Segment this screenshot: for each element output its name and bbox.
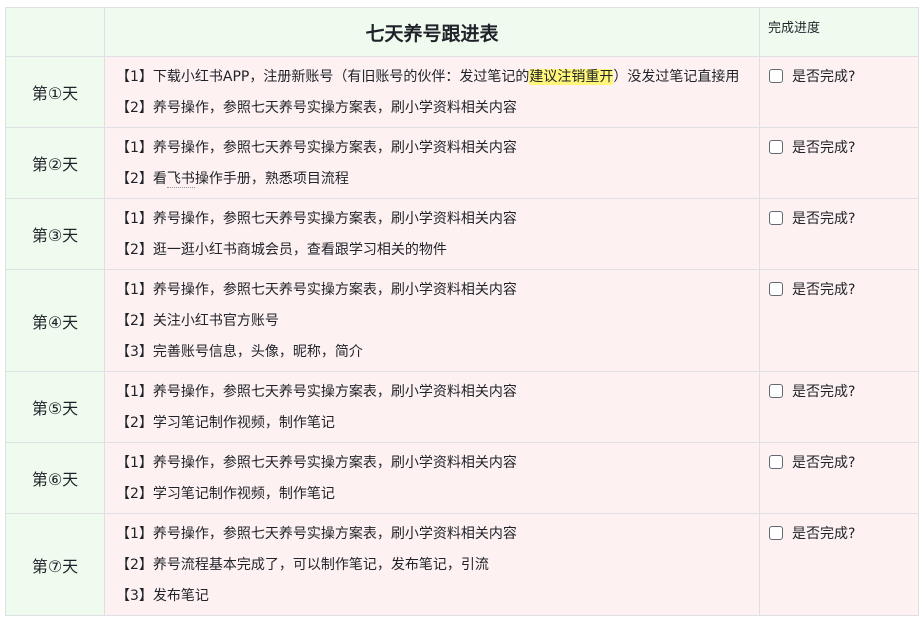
table-title: 七天养号跟进表 [104,7,760,57]
table-row: 第③天 【1】养号操作，参照七天养号实操方案表，刷小学资料相关内容 【2】逛一逛… [5,198,919,270]
highlighted-text: 建议注销重开 [529,69,614,85]
completion-label: 是否完成? [792,211,856,227]
completion-label: 是否完成? [792,282,856,298]
table-row: 第⑥天 【1】养号操作，参照七天养号实操方案表，刷小学资料相关内容 【2】学习笔… [5,442,919,514]
completion-label: 是否完成? [792,526,856,542]
completion-checkbox[interactable] [769,526,783,540]
task-item: 【1】养号操作，参照七天养号实操方案表，刷小学资料相关内容 [116,384,517,400]
task-list: 【1】养号操作，参照七天养号实操方案表，刷小学资料相关内容 【2】看飞书操作手册… [104,127,760,199]
task-text: ）没发过笔记直接用 [613,69,740,85]
task-item: 【2】养号操作，参照七天养号实操方案表，刷小学资料相关内容 [116,100,517,116]
table-row: 第⑤天 【1】养号操作，参照七天养号实操方案表，刷小学资料相关内容 【2】学习笔… [5,371,919,443]
task-list: 【1】养号操作，参照七天养号实操方案表，刷小学资料相关内容 【2】关注小红书官方… [104,269,760,372]
task-item: 【1】养号操作，参照七天养号实操方案表，刷小学资料相关内容 [116,140,517,156]
completion-checkbox[interactable] [769,282,783,296]
completion-label: 是否完成? [792,455,856,471]
completion-checkbox[interactable] [769,140,783,154]
task-item: 【2】学习笔记制作视频，制作笔记 [116,415,335,431]
table-row: 第⑦天 【1】养号操作，参照七天养号实操方案表，刷小学资料相关内容 【2】养号流… [5,513,919,616]
task-item: 【2】关注小红书官方账号 [116,313,279,329]
task-item: 【1】养号操作，参照七天养号实操方案表，刷小学资料相关内容 [116,282,517,298]
task-text: 操作手册，熟悉项目流程 [194,171,349,187]
day-label: 第②天 [5,127,105,199]
task-item: 【2】养号流程基本完成了，可以制作笔记，发布笔记，引流 [116,557,489,573]
task-list: 【1】养号操作，参照七天养号实操方案表，刷小学资料相关内容 【2】学习笔记制作视… [104,371,760,443]
task-item: 【1】养号操作，参照七天养号实操方案表，刷小学资料相关内容 [116,526,517,542]
day-label: 第④天 [5,269,105,372]
task-list: 【1】养号操作，参照七天养号实操方案表，刷小学资料相关内容 【2】养号流程基本完… [104,513,760,616]
table-row: 第①天 【1】下载小红书APP，注册新账号（有旧账号的伙伴：发过笔记的建议注销重… [5,56,919,128]
feishu-link[interactable]: 飞书 [166,171,195,188]
completion-label: 是否完成? [792,140,856,156]
completion-cell: 是否完成? [759,442,919,514]
task-text: 【1】下载小红书APP，注册新账号（有旧账号的伙伴：发过笔记的 [116,69,530,85]
day-label: 第①天 [5,56,105,128]
task-item: 【3】发布笔记 [116,588,209,604]
progress-header: 完成进度 [759,7,919,57]
day-label: 第⑦天 [5,513,105,616]
completion-checkbox[interactable] [769,69,783,83]
completion-checkbox[interactable] [769,384,783,398]
follow-up-table: 七天养号跟进表 完成进度 第①天 【1】下载小红书APP，注册新账号（有旧账号的… [5,7,919,616]
task-item: 【1】下载小红书APP，注册新账号（有旧账号的伙伴：发过笔记的建议注销重开）没发… [116,62,748,93]
table-header-corner [5,7,105,57]
day-label: 第⑤天 [5,371,105,443]
task-list: 【1】养号操作，参照七天养号实操方案表，刷小学资料相关内容 【2】逛一逛小红书商… [104,198,760,270]
completion-cell: 是否完成? [759,513,919,616]
day-label: 第⑥天 [5,442,105,514]
completion-cell: 是否完成? [759,198,919,270]
task-item: 【3】完善账号信息，头像，昵称，简介 [116,344,363,360]
completion-label: 是否完成? [792,384,856,400]
completion-checkbox[interactable] [769,455,783,469]
table-row: 第④天 【1】养号操作，参照七天养号实操方案表，刷小学资料相关内容 【2】关注小… [5,269,919,372]
task-item: 【2】学习笔记制作视频，制作笔记 [116,486,335,502]
completion-cell: 是否完成? [759,371,919,443]
completion-checkbox[interactable] [769,211,783,225]
completion-cell: 是否完成? [759,127,919,199]
completion-label: 是否完成? [792,69,856,85]
task-item: 【2】逛一逛小红书商城会员，查看跟学习相关的物件 [116,242,447,258]
day-label: 第③天 [5,198,105,270]
table-row: 第②天 【1】养号操作，参照七天养号实操方案表，刷小学资料相关内容 【2】看飞书… [5,127,919,199]
task-item: 【2】看飞书操作手册，熟悉项目流程 [116,164,748,195]
completion-cell: 是否完成? [759,56,919,128]
task-list: 【1】下载小红书APP，注册新账号（有旧账号的伙伴：发过笔记的建议注销重开）没发… [104,56,760,128]
table-header-row: 七天养号跟进表 完成进度 [5,7,919,57]
completion-cell: 是否完成? [759,269,919,372]
task-text: 【2】看 [116,171,167,187]
task-item: 【1】养号操作，参照七天养号实操方案表，刷小学资料相关内容 [116,211,517,227]
task-item: 【1】养号操作，参照七天养号实操方案表，刷小学资料相关内容 [116,455,517,471]
task-list: 【1】养号操作，参照七天养号实操方案表，刷小学资料相关内容 【2】学习笔记制作视… [104,442,760,514]
